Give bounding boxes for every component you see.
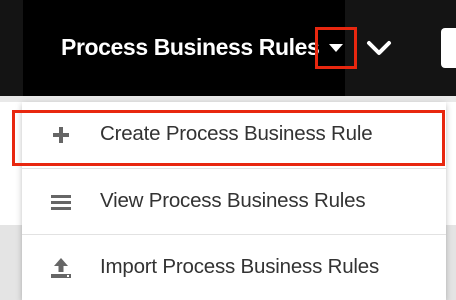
menu-item-import[interactable]: Import Process Business Rules <box>22 234 446 300</box>
upload-icon <box>51 258 71 278</box>
page-background-left <box>0 225 22 300</box>
list-icon <box>51 195 71 210</box>
caret-down-icon <box>329 44 343 52</box>
search-field-edge[interactable] <box>441 28 456 68</box>
menu-item-label[interactable]: Create Process Business Rule <box>100 122 373 146</box>
menu-item-create[interactable]: Create Process Business Rule <box>22 102 446 168</box>
dropdown-menu: Create Process Business Rule View Proces… <box>22 102 446 300</box>
plus-icon <box>53 127 69 143</box>
nav-tab-title[interactable]: Process Business Rules <box>61 34 320 61</box>
menu-item-label[interactable]: View Process Business Rules <box>100 189 366 213</box>
nav-tab-process-business-rules[interactable]: Process Business Rules <box>23 0 357 96</box>
chevron-down-icon[interactable] <box>366 40 392 56</box>
menu-item-label[interactable]: Import Process Business Rules <box>100 255 379 279</box>
menu-item-view[interactable]: View Process Business Rules <box>22 168 446 234</box>
page-background-right <box>446 225 456 300</box>
screenshot-stage: Process Business Rules Create Process Bu… <box>0 0 456 300</box>
top-navbar: Process Business Rules <box>0 0 456 96</box>
nav-tab-dropdown-toggle[interactable] <box>315 27 357 69</box>
